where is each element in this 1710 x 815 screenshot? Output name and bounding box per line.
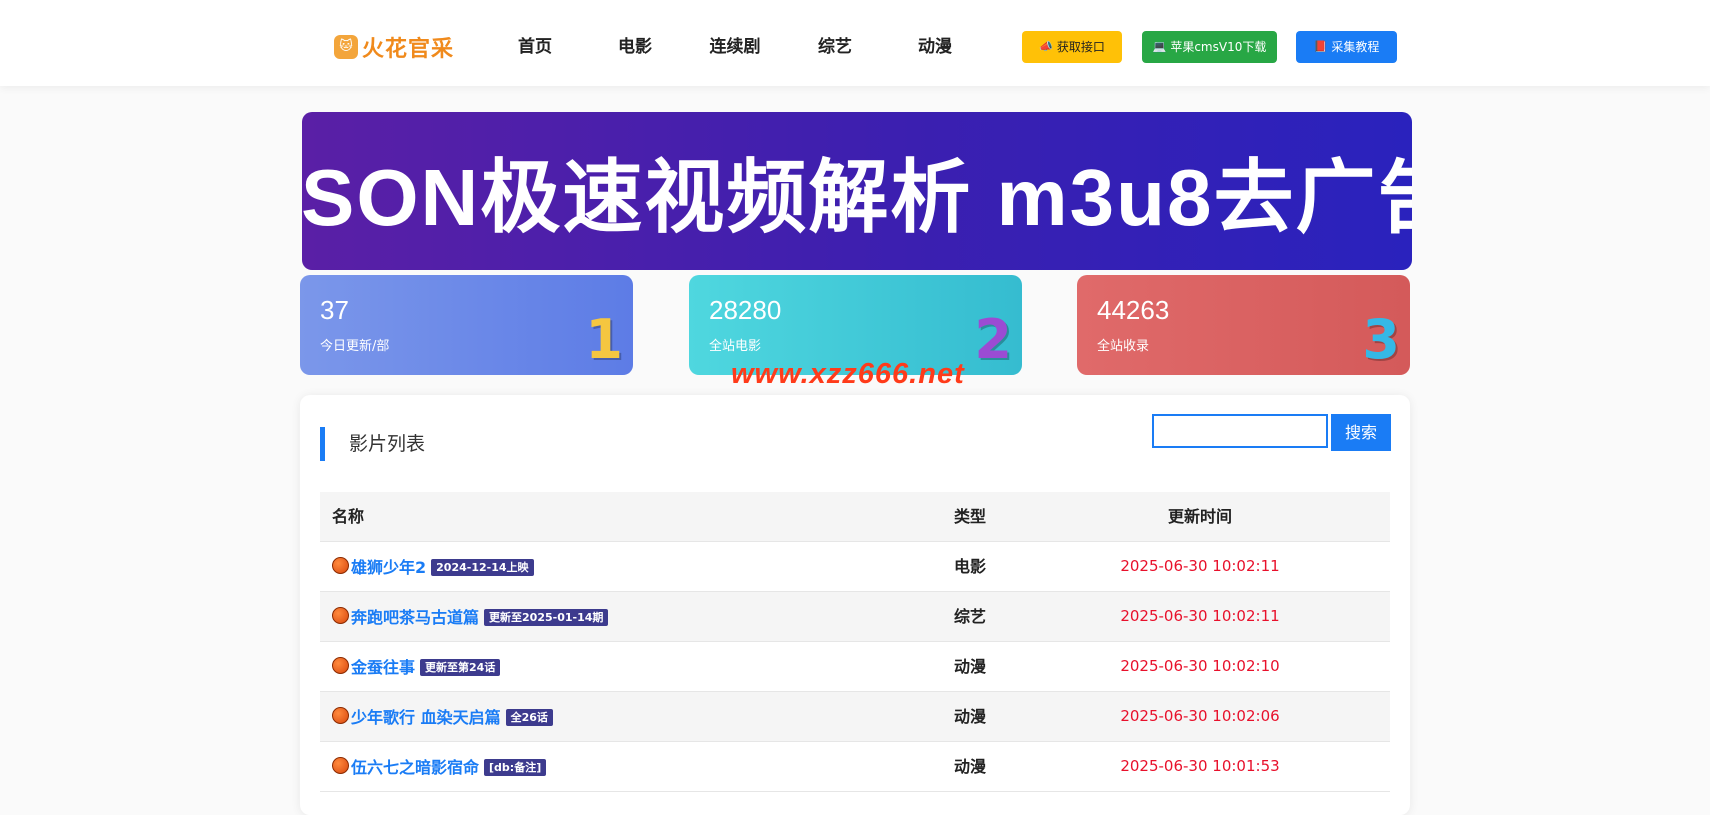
basketball-icon [332,557,349,574]
video-name-cell: 金蚕往事 更新至第24话 [332,642,501,691]
stat-card-today: 37 今日更新/部 1 [300,275,633,375]
nav-home[interactable]: 首页 [518,30,552,64]
status-badge: 2024-12-14上映 [431,559,534,576]
video-title-link[interactable]: 奔跑吧茶马古道篇 [351,608,479,627]
promo-banner[interactable]: JSON极速视频解析 m3u8去广告 [302,112,1412,270]
video-name-cell: 奔跑吧茶马古道篇 更新至2025-01-14期 [332,592,609,641]
book-icon: 📕 [1313,40,1328,53]
nav-anime[interactable]: 动漫 [918,30,952,64]
computer-icon: 💻 [1152,40,1167,53]
video-title-link[interactable]: 金蚕往事 [351,658,415,677]
nav-movie[interactable]: 电影 [618,30,652,64]
stat-card-total: 44263 全站收录 3 [1077,275,1410,375]
video-type: 动漫 [953,757,986,776]
stat-label: 全站收录 [1097,339,1150,354]
number-two-icon: 2 [974,308,1012,371]
nav-variety[interactable]: 综艺 [818,30,852,64]
logo-text: 火花官采 [362,37,455,62]
stat-value: 28280 [709,295,782,325]
site-watermark: www.xzz666.net [731,358,965,390]
video-list-panel: 影片列表 搜索 名称 类型 更新时间 雄狮少年2 2024-12-14上映 电影 … [300,395,1410,815]
basketball-icon [332,757,349,774]
video-title-link[interactable]: 伍六七之暗影宿命 [351,758,479,777]
video-title-link[interactable]: 少年歌行 血染天启篇 [351,708,501,727]
get-api-button[interactable]: 📣 获取接口 [1022,31,1122,63]
site-logo[interactable]: 🐱 火花官采 [334,30,454,64]
table-row: 少年歌行 血染天启篇 全26话 动漫 2025-06-30 10:02:06 [320,692,1390,742]
status-badge: [db:备注] [484,759,547,776]
table-row: 金蚕往事 更新至第24话 动漫 2025-06-30 10:02:10 [320,642,1390,692]
megaphone-icon: 📣 [1039,40,1053,53]
basketball-icon [332,607,349,624]
update-time: 2025-06-30 10:02:11 [1120,557,1280,575]
number-one-icon: 1 [585,308,623,371]
search-button[interactable]: 搜索 [1331,414,1391,451]
get-api-label: 获取接口 [1056,40,1105,54]
column-type-header: 类型 [953,507,986,526]
update-time: 2025-06-30 10:02:06 [1120,707,1280,725]
update-time: 2025-06-30 10:01:53 [1120,757,1280,775]
table-row: 伍六七之暗影宿命 [db:备注] 动漫 2025-06-30 10:01:53 [320,742,1390,792]
column-time-header: 更新时间 [1167,507,1232,526]
video-type: 动漫 [953,657,986,676]
number-three-icon: 3 [1362,308,1400,371]
top-header: 🐱 火花官采 首页 电影 连续剧 综艺 动漫 📣 获取接口 💻 苹果cmsV10… [0,0,1710,86]
column-name-header: 名称 [332,507,365,526]
table-row: 雄狮少年2 2024-12-14上映 电影 2025-06-30 10:02:11 [320,542,1390,592]
stat-label: 全站电影 [709,339,762,354]
nav-series[interactable]: 连续剧 [710,30,761,64]
video-type: 综艺 [953,607,986,626]
status-badge: 更新至2025-01-14期 [484,609,609,626]
table-header: 名称 类型 更新时间 [320,492,1390,542]
video-type: 电影 [953,557,986,576]
tutorial-label: 采集教程 [1331,40,1380,54]
stat-value: 44263 [1097,295,1170,325]
panel-title: 影片列表 [320,427,425,461]
video-name-cell: 雄狮少年2 2024-12-14上映 [332,542,534,591]
status-badge: 全26话 [505,709,553,726]
tutorial-button[interactable]: 📕 采集教程 [1296,31,1397,63]
video-name-cell: 少年歌行 血染天启篇 全26话 [332,692,553,741]
logo-cat-icon: 🐱 [334,35,358,59]
stat-value: 37 [320,295,349,325]
update-time: 2025-06-30 10:02:11 [1120,607,1280,625]
search-input[interactable] [1152,414,1328,448]
video-type: 动漫 [953,707,986,726]
basketball-icon [332,657,349,674]
banner-text: JSON极速视频解析 m3u8去广告 [302,153,1412,242]
cms-download-button[interactable]: 💻 苹果cmsV10下载 [1142,31,1277,63]
video-name-cell: 伍六七之暗影宿命 [db:备注] [332,742,547,791]
stat-label: 今日更新/部 [320,339,390,354]
status-badge: 更新至第24话 [420,659,501,676]
video-title-link[interactable]: 雄狮少年2 [351,558,426,577]
video-table: 名称 类型 更新时间 雄狮少年2 2024-12-14上映 电影 2025-06-… [320,492,1390,792]
table-row: 奔跑吧茶马古道篇 更新至2025-01-14期 综艺 2025-06-30 10:… [320,592,1390,642]
update-time: 2025-06-30 10:02:10 [1120,657,1280,675]
cms-download-label: 苹果cmsV10下载 [1170,40,1267,54]
basketball-icon [332,707,349,724]
